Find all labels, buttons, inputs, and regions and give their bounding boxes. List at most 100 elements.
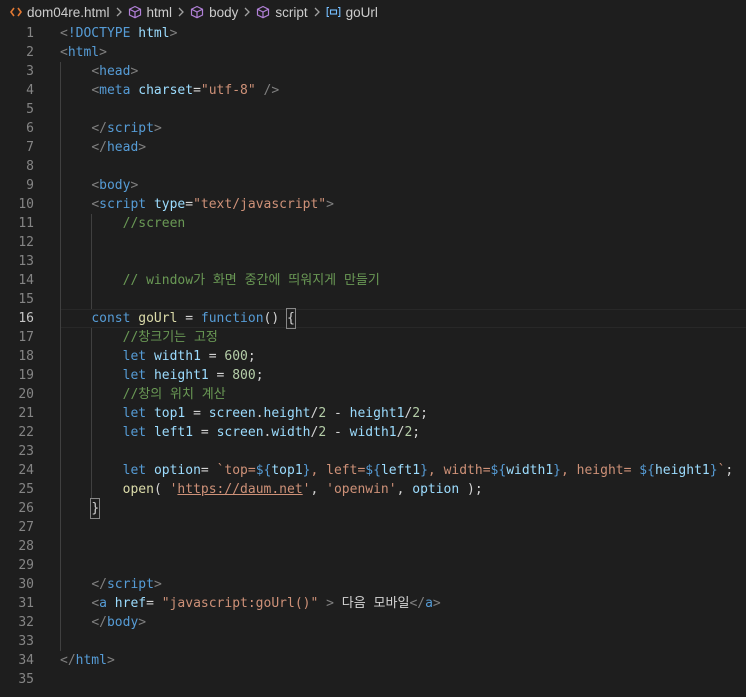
code-token: >: [138, 140, 147, 155]
breadcrumb-item-script[interactable]: script: [256, 5, 308, 20]
breadcrumb-item-label: body: [209, 4, 239, 20]
code-token: option: [153, 463, 201, 478]
code-line[interactable]: 3 <head>: [0, 62, 746, 81]
code-token: 600: [224, 349, 248, 364]
breadcrumb-item-html[interactable]: html: [128, 5, 172, 20]
code-line[interactable]: 32 </body>: [0, 613, 746, 632]
code-line[interactable]: 24 let option= `top=${top1}, left=${left…: [0, 461, 746, 480]
breadcrumb-file[interactable]: dom04re.html: [10, 5, 110, 20]
code-token: </: [409, 596, 426, 611]
code-text: let top1 = screen.height/2 - height1/2;: [60, 404, 428, 423]
line-number: 20: [18, 387, 34, 402]
code-text: const goUrl = function() {: [60, 308, 296, 329]
code-line[interactable]: 33: [0, 632, 746, 651]
code-line[interactable]: 12: [0, 233, 746, 252]
line-number: 6: [26, 121, 34, 136]
code-line[interactable]: 21 let top1 = screen.height/2 - height1/…: [0, 404, 746, 423]
code-line[interactable]: 15: [0, 290, 746, 309]
code-line[interactable]: 13: [0, 252, 746, 271]
code-token: >: [169, 26, 178, 41]
code-line[interactable]: 1 <!DOCTYPE html>: [0, 24, 746, 43]
code-token: <: [60, 45, 68, 60]
code-token: >: [153, 121, 162, 136]
code-token: !DOCTYPE: [67, 26, 131, 41]
line-number: 33: [18, 634, 34, 649]
code-token: }: [553, 463, 561, 478]
line-number: 11: [18, 216, 34, 231]
code-token: </: [60, 653, 76, 668]
code-token: >: [106, 653, 115, 668]
code-token: height: [263, 406, 311, 421]
code-token: meta: [99, 83, 131, 98]
code-token: </: [91, 577, 107, 592]
code-token: ;: [255, 368, 264, 383]
code-line[interactable]: 27: [0, 518, 746, 537]
code-line[interactable]: 8: [0, 157, 746, 176]
code-token: height1: [349, 406, 405, 421]
code-token: "utf-8": [200, 83, 256, 98]
code-token: </: [91, 615, 107, 630]
code-line[interactable]: 4 <meta charset="utf-8" />: [0, 81, 746, 100]
code-token: //창크기는 고정: [122, 330, 218, 345]
code-token: ${: [255, 463, 272, 478]
code-token: top1: [153, 406, 186, 421]
code-token: height1: [153, 368, 209, 383]
code-line[interactable]: 25 open( 'https://daum.net', 'openwin', …: [0, 480, 746, 499]
code-line[interactable]: 14 // window가 화면 중간에 띄워지게 만들기: [0, 271, 746, 290]
code-line[interactable]: 11 //screen: [0, 214, 746, 233]
line-number: 14: [18, 273, 34, 288]
code-token: }: [420, 463, 428, 478]
code-text: }: [60, 498, 101, 519]
code-line[interactable]: 23: [0, 442, 746, 461]
code-line[interactable]: 17 //창크기는 고정: [0, 328, 746, 347]
code-line[interactable]: 16 const goUrl = function() {: [0, 308, 746, 329]
code-line[interactable]: 9 <body>: [0, 176, 746, 195]
line-number: 21: [18, 406, 34, 421]
code-line[interactable]: 30 </script>: [0, 575, 746, 594]
code-editor[interactable]: 1 <!DOCTYPE html> 2 <html> 3 <head> 4 <meta c…: [0, 24, 746, 697]
code-line[interactable]: 5: [0, 100, 746, 119]
breadcrumb-item-body[interactable]: body: [190, 5, 238, 20]
code-line[interactable]: 29: [0, 556, 746, 575]
code-line[interactable]: 35: [0, 670, 746, 689]
code-token: <: [91, 64, 100, 79]
code-token: </: [91, 140, 107, 155]
code-token: 800: [232, 368, 256, 383]
code-text: </html>: [60, 651, 115, 670]
code-line[interactable]: 6 </script>: [0, 119, 746, 138]
chevron-right-icon: [243, 7, 251, 17]
code-token: ;: [420, 406, 428, 421]
code-line[interactable]: 26 }: [0, 498, 746, 519]
breadcrumb-item-gourl[interactable]: goUrl: [326, 5, 378, 20]
code-token: 다음 모바일: [333, 596, 410, 611]
code-line[interactable]: 22 let left1 = screen.width/2 - width1/2…: [0, 423, 746, 442]
code-token: let: [122, 406, 147, 421]
code-line[interactable]: 18 let width1 = 600;: [0, 347, 746, 366]
line-number: 3: [26, 64, 34, 79]
code-line[interactable]: 28: [0, 537, 746, 556]
code-line[interactable]: 20 //창의 위치 계산: [0, 385, 746, 404]
code-line[interactable]: 7 </head>: [0, 138, 746, 157]
code-token: `top=: [216, 463, 256, 478]
bracket-match: }: [90, 498, 101, 519]
code-line[interactable]: 34 </html>: [0, 651, 746, 670]
breadcrumb-file-label: dom04re.html: [27, 4, 110, 20]
code-line[interactable]: 10 <script type="text/javascript">: [0, 195, 746, 214]
code-line[interactable]: 19 let height1 = 800;: [0, 366, 746, 385]
code-line[interactable]: 31 <a href= "javascript:goUrl()" > 다음 모바…: [0, 594, 746, 613]
code-line[interactable]: 2 <html>: [0, 43, 746, 62]
